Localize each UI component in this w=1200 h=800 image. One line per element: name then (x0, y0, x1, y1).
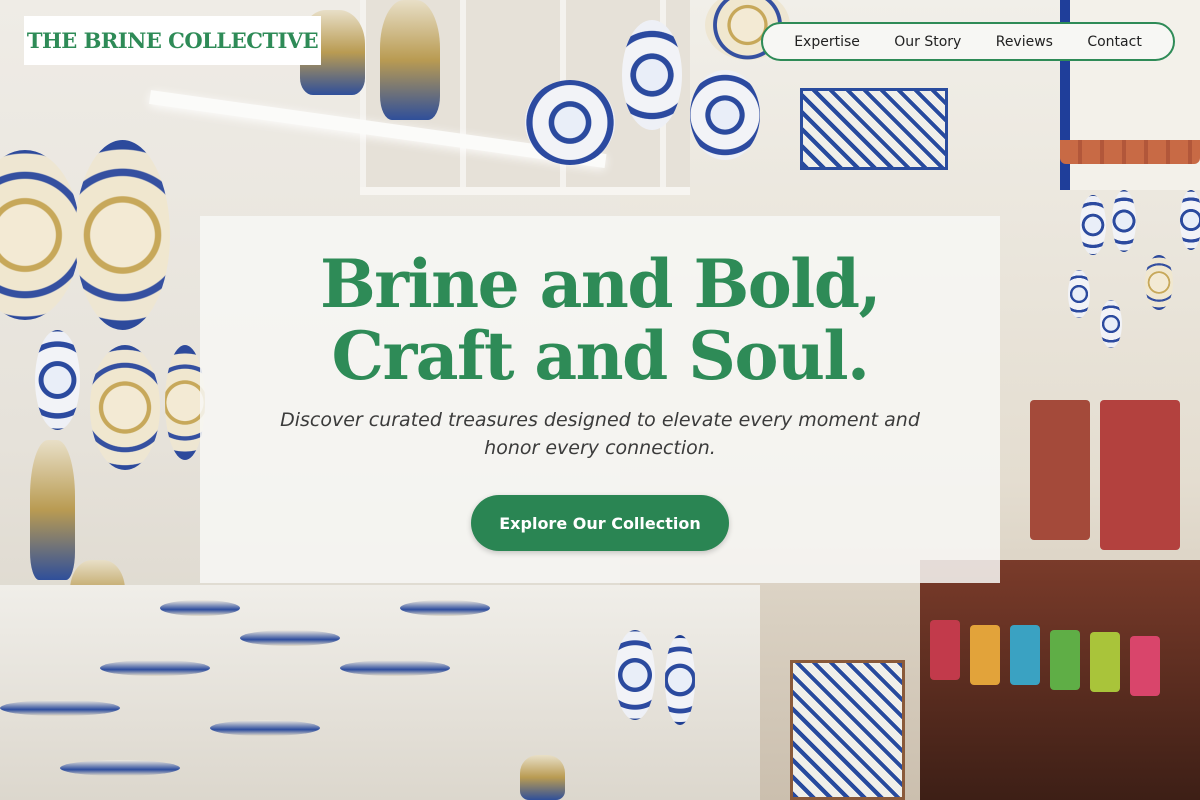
ceramic-bowl (160, 600, 240, 616)
sardine-tin (970, 625, 1000, 685)
ceramic-jar (30, 440, 75, 580)
ceramic-plate (1080, 195, 1106, 255)
ceramic-tile-panel (790, 660, 905, 800)
hero-subtitle: Discover curated treasures designed to e… (280, 409, 920, 459)
ceramic-plate (1180, 190, 1200, 250)
roof-tiles (1060, 140, 1200, 164)
nav-link-our-story[interactable]: Our Story (894, 34, 961, 50)
ceramic-bowl (60, 760, 180, 776)
sardine-tin (1100, 400, 1180, 550)
ceramic-plate (1100, 300, 1122, 348)
ceramic-plate (665, 635, 695, 725)
ceramic-plate (35, 330, 80, 430)
ceramic-plate (165, 345, 205, 460)
nav-link-expertise[interactable]: Expertise (794, 34, 860, 50)
ceramic-mug (520, 755, 565, 800)
ceramic-plate (622, 20, 682, 130)
ceramic-bowl (100, 660, 210, 676)
main-navigation: Expertise Our Story Reviews Contact (761, 22, 1175, 61)
ceramic-plate (1068, 270, 1090, 318)
sardine-tin (930, 620, 960, 680)
ceramic-plate (75, 140, 170, 330)
ceramic-bowl (210, 720, 320, 736)
brand-logo[interactable]: THE BRINE COLLECTIVE (24, 16, 321, 65)
ceramic-plate (1112, 190, 1136, 252)
ceramic-plate (615, 630, 655, 720)
ceramic-bowl (340, 660, 450, 676)
ceramic-jar (380, 0, 440, 120)
hero-card: Brine and Bold, Craft and Soul. Discover… (200, 216, 1000, 583)
ceramic-bowl (400, 600, 490, 616)
nav-link-contact[interactable]: Contact (1087, 34, 1141, 50)
ceramic-plate (90, 345, 160, 470)
sardine-tin (1030, 400, 1090, 540)
explore-collection-button[interactable]: Explore Our Collection (471, 495, 729, 551)
sardine-tin (1010, 625, 1040, 685)
ceramic-plate (1145, 255, 1173, 310)
ceramic-tray (800, 88, 948, 170)
ceramic-bowl (240, 630, 340, 646)
ceramic-plate (525, 80, 615, 165)
ceramic-plate (690, 70, 760, 160)
sardine-tin (1050, 630, 1080, 690)
nav-link-reviews[interactable]: Reviews (996, 34, 1053, 50)
hero-headline: Brine and Bold, Craft and Soul. (320, 245, 881, 395)
hero-section: THE BRINE COLLECTIVE Expertise Our Story… (0, 0, 1200, 800)
ceramic-bowl (0, 700, 120, 716)
sardine-tin (1130, 636, 1160, 696)
sardine-tin (1090, 632, 1120, 692)
